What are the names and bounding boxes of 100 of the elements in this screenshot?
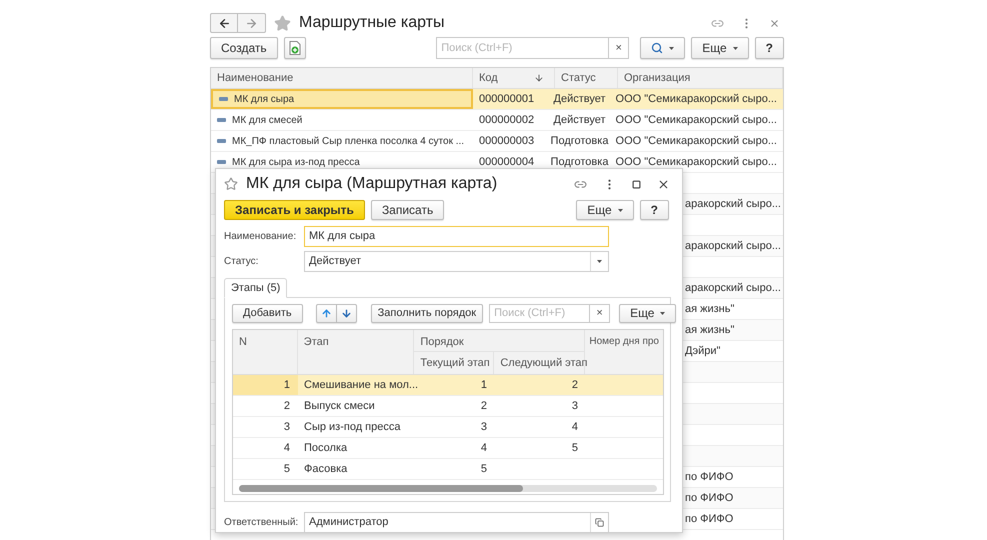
table-cell-text: 5 [282,462,291,477]
save-and-close-button[interactable]: Записать и закрыть [224,200,365,220]
column-header[interactable]: Следующий этап [494,352,594,374]
caret-icon [732,46,738,50]
table-cell-text: Смешивание на мол... [303,378,415,393]
open-icon[interactable] [595,518,604,527]
column-header[interactable]: N [233,330,298,374]
column-header[interactable]: Код [473,68,555,88]
column-header[interactable]: Статус [555,68,618,88]
search-field[interactable]: Поиск (Ctrl+F) [436,37,610,59]
back-button[interactable] [210,13,238,33]
more-button[interactable]: Еще [691,37,749,59]
caret-icon [597,260,602,263]
table-cell-text: ООО "Семикаракорский сыро... [614,134,778,149]
responsible-field[interactable]: Администратор [304,512,609,533]
table-cell-text: аракорский сыро... [685,196,781,212]
stage-row[interactable]: 3 Сыр из-под пресса 3 4 [233,417,663,438]
column-header[interactable]: Наименование [211,68,473,88]
scrollbar-thumb[interactable] [239,484,524,492]
tab[interactable]: Этапы (5) [224,278,288,298]
dialog-title: МК для сыра (Маршрутная карта) [246,174,498,194]
table-cell-text: Подготовка [550,134,610,149]
add-from-template-button[interactable] [284,37,306,59]
stage-row[interactable]: 2 Выпуск смеси 2 3 [233,396,663,417]
table-cell-text: Подготовка [550,154,610,170]
search-field[interactable]: Поиск (Ctrl+F) [489,304,590,322]
move-down-button[interactable] [336,304,357,322]
back-arrow-icon [218,16,230,30]
table-cell-text: МК для сыра [234,92,294,106]
table-cell-text: по ФИФО [685,470,734,485]
maximize-icon[interactable] [632,180,641,188]
name-field[interactable]: МК для сыра [304,226,609,247]
caret-icon [618,208,623,212]
table-cell-text: 5 [480,462,488,477]
table-cell-text: ООО "Семикаракорский сыро... [614,154,778,170]
table-cell-text: ООО "Семикаракорский сыро... [614,112,778,128]
star-icon[interactable] [274,14,291,32]
table-cell-text: МК для смесей [232,114,302,128]
stage-row[interactable]: 5 Фасовка 5 [233,459,663,480]
table-cell-text: аракорский сыро... [685,280,781,296]
list-row[interactable]: МК_ПФ пластовый Сыр пленка посолка 4 суток ... 000000003 Подготовка ООО "Семикаракорский сыро... [211,131,783,152]
table-cell-text: ая жизнь" [685,302,734,317]
more-button[interactable]: Еще [576,200,634,220]
status-dropdown[interactable]: Действует [304,251,609,272]
stage-row[interactable]: 1 Смешивание на мол... 1 2 [233,375,663,396]
column-header[interactable]: Этап [298,330,414,374]
more-button[interactable]: Еще [619,304,676,322]
document-add-icon [288,41,301,55]
table-cell-text: 1 [480,378,488,393]
column-header[interactable]: Текущий этап [414,352,494,374]
list-row[interactable]: МК для сыра 000000001 Действует ООО "Семикаракорский сыро... [211,89,783,110]
column-group-header: Порядок [414,330,584,352]
table-cell-text: 5 [570,440,579,456]
table-cell-text: 3 [570,398,579,414]
table-cell-text: МК для сыра из-под пресса [232,156,360,170]
caret-icon [669,46,674,50]
table-cell-text: 000000001 [478,92,536,107]
table-cell-text: по ФИФО [685,490,734,506]
table-cell-text: 000000003 [478,134,536,149]
table-cell-text: 3 [282,420,291,435]
table-cell-text: 4 [480,440,488,456]
field-label: Наименование: [224,230,298,244]
table-cell-text: 3 [480,420,488,435]
help-button[interactable]: ? [640,200,669,220]
window-title: Маршрутные карты [299,13,444,33]
field-label: Ответственный: [224,516,300,530]
caret-icon [660,312,666,314]
table-cell-text: ая жизнь" [685,322,734,338]
create-button[interactable]: Создать [210,37,278,59]
table-cell-text: Сыр из-под пресса [303,420,402,435]
item-icon [217,118,226,122]
search-icon [651,42,664,54]
table-cell-text: Выпуск смеси [303,398,376,414]
table-cell-text: Действует [552,112,607,128]
move-up-button[interactable] [316,304,337,322]
search-options-button[interactable] [640,37,686,59]
list-row[interactable]: МК для смесей 000000002 Действует ООО "Семикаракорский сыро... [211,110,783,131]
clear-button[interactable]: × [609,37,630,59]
table-cell-text: 2 [480,398,488,414]
close-icon[interactable] [657,178,670,190]
table-cell-text: 4 [570,420,579,435]
table-cell-text: по ФИФО [685,512,734,527]
clear-button[interactable]: × [590,304,610,322]
save-button[interactable]: Записать [370,200,444,220]
field-label: Статус: [224,255,260,269]
table-cell-text: 2 [282,398,291,414]
help-button[interactable]: ? [754,37,784,59]
star-icon[interactable] [224,177,238,191]
add-button[interactable]: Добавить [232,304,303,322]
table-cell-text: аракорский сыро... [685,238,781,254]
table-cell-text: Дэйри" [685,344,720,359]
fill-order-button[interactable]: Заполнить порядок [370,304,484,322]
table-cell: 1 [233,375,298,395]
table-cell-text: 000000004 [478,154,536,170]
table-cell-text: Фасовка [303,462,348,477]
table-cell-text: 2 [570,378,579,393]
table-cell-text: Действует [552,92,607,107]
stage-row[interactable]: 4 Посолка 4 5 [233,438,663,459]
table-cell-text: МК_ПФ пластовый Сыр пленка посолка 4 суток ... [232,134,464,148]
column-header[interactable]: Организация [618,68,783,88]
